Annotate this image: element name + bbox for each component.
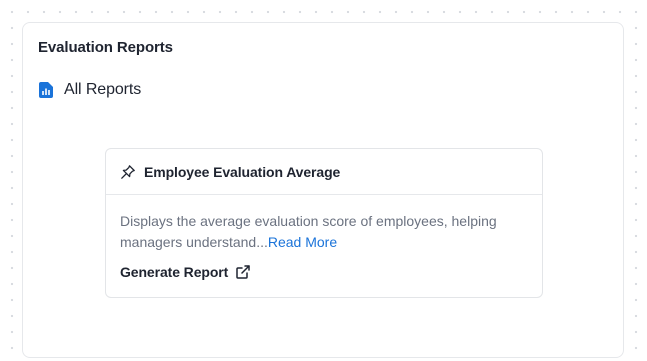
report-card-header: Employee Evaluation Average [106,149,542,195]
report-card-description: Displays the average evaluation score of… [120,211,530,253]
report-chart-icon [39,82,53,98]
panel-title: Evaluation Reports [38,39,173,56]
evaluation-reports-panel: Evaluation Reports All Reports Employee … [22,22,624,358]
external-link-icon [236,265,250,279]
generate-report-button[interactable]: Generate Report [120,264,250,280]
read-more-link[interactable]: Read More [268,234,337,250]
generate-report-label: Generate Report [120,264,229,280]
all-reports-link[interactable]: All Reports [39,81,141,99]
all-reports-label: All Reports [64,81,142,98]
report-card: Employee Evaluation Average Displays the… [105,148,543,298]
report-card-title: Employee Evaluation Average [144,163,341,180]
pin-icon[interactable] [120,164,136,180]
report-card-body: Displays the average evaluation score of… [106,195,542,282]
